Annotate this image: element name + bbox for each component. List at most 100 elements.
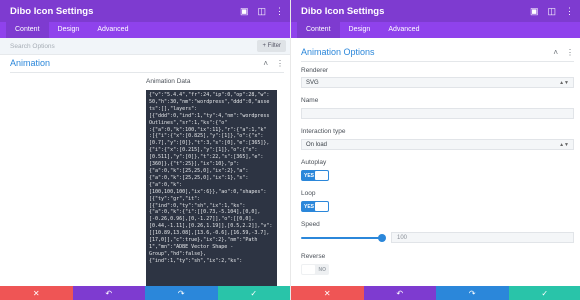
code-line: {"a":0,"k":[25,25,0],"ix":2},"a": [149, 167, 249, 174]
expand-icon[interactable]: ▣ [530, 6, 539, 17]
close-icon: ✕ [32, 288, 40, 298]
loop-toggle[interactable]: YES [301, 201, 329, 212]
tab-content[interactable]: Content [297, 22, 340, 38]
toggle-state: YES [304, 172, 315, 179]
reverse-label: Reverse [301, 253, 326, 260]
autoplay-label: Autoplay [301, 159, 327, 166]
code-line: Group","hd":false}, [149, 250, 207, 257]
tab-content[interactable]: Content [6, 22, 49, 38]
section-title: Animation [10, 58, 51, 68]
code-line: Outlines","sr":1,"ks":{"o" [149, 119, 228, 126]
check-icon: ✓ [541, 288, 549, 298]
modal-footer: ✕ ↶ ↷ ✓ [0, 286, 290, 300]
undo-icon: ↶ [396, 288, 404, 298]
modal-footer: ✕ ↶ ↷ ✓ [291, 286, 580, 300]
renderer-value: SVG [306, 79, 319, 86]
cancel-button[interactable]: ✕ [291, 286, 364, 300]
undo-button[interactable]: ↶ [363, 286, 436, 300]
divider [301, 61, 574, 62]
expand-icon[interactable]: ▣ [240, 6, 249, 17]
more-icon[interactable]: ⋮ [565, 6, 574, 17]
filter-button[interactable]: + Filter [257, 40, 286, 52]
code-line: [[10.89,13.08],[13.6,-0.6],[16.59,-3.7], [149, 230, 270, 237]
code-line: [0.44,-1.11],[0.26,1.19]],[0.5,2.2]],"v"… [149, 223, 273, 230]
tab-bar: Content Design Advanced [0, 22, 290, 38]
cancel-button[interactable]: ✕ [0, 286, 73, 300]
save-button[interactable]: ✓ [217, 286, 290, 300]
tab-design[interactable]: Design [49, 22, 89, 38]
redo-button[interactable]: ↷ [145, 286, 218, 300]
panel-title: Dibo Icon Settings [10, 5, 94, 17]
redo-icon: ↷ [177, 288, 185, 298]
code-line: 50,"h":30,"nm":"wordpress","ddd":0,"asse [149, 98, 270, 105]
code-line: ts":[],"layers": [149, 105, 198, 112]
code-line: [{"ddd":0,"ind":1,"ty":4,"nm":"wordpress [149, 112, 270, 119]
code-line: [17,0]],"c":true},"ix":2},"nm":"Path [149, 237, 258, 244]
left-settings-panel: Dibo Icon Settings ▣ ◫ ⋮ Content Design … [0, 0, 290, 300]
tab-design[interactable]: Design [340, 22, 380, 38]
panel-header: Dibo Icon Settings ▣ ◫ ⋮ [0, 0, 290, 22]
section-header[interactable]: Animation ˄ ⋮ [0, 58, 290, 68]
reverse-toggle[interactable]: NO [301, 264, 329, 275]
tab-advanced[interactable]: Advanced [88, 22, 137, 38]
interaction-type-label: Interaction type [301, 128, 346, 135]
toggle-state: NO [318, 266, 327, 273]
toggle-knob [315, 202, 328, 211]
animation-data-textarea[interactable]: {"v":"5.4.4","fr":24,"ip":0,"op":28,"w":… [146, 90, 277, 286]
toggle-knob [302, 265, 315, 274]
more-icon[interactable]: ⋮ [275, 6, 284, 17]
tab-advanced[interactable]: Advanced [379, 22, 428, 38]
speed-value-input[interactable]: 100 [391, 232, 574, 243]
right-settings-panel: Dibo Icon Settings ▣ ◫ ⋮ Content Design … [290, 0, 580, 300]
section-more-icon[interactable]: ⋮ [276, 59, 284, 68]
code-line: {"a":0,"k":[25,25,0],"ix":1},"s": [149, 174, 249, 181]
code-line: {"i":{"x":[0.215],"y":[1]},"o":{"x": [149, 147, 258, 154]
section-header[interactable]: Animation Options ˄ ⋮ [291, 47, 580, 57]
columns-icon[interactable]: ◫ [257, 6, 266, 17]
tab-bar: Content Design Advanced [291, 22, 580, 38]
loop-label: Loop [301, 190, 316, 197]
code-line: {"a":0,"k":{"i":[[0.73,-5.104],[0,0], [149, 209, 261, 216]
search-bar: Search Options + Filter [0, 38, 290, 55]
code-line: [100,100,100],"ix":6}},"ao":0,"shapes": [149, 188, 267, 195]
slider-thumb[interactable] [378, 233, 386, 242]
code-line: {"v":"5.4.4","fr":24,"ip":0,"op":28,"w": [149, 92, 270, 98]
columns-icon[interactable]: ◫ [547, 6, 556, 17]
section-more-icon[interactable]: ⋮ [566, 48, 574, 57]
speed-slider-row: 100 [291, 232, 580, 243]
code-line: [-0.26,0.96],[0,-1.27]],"o":[[0,0], [149, 216, 255, 223]
redo-button[interactable]: ↷ [436, 286, 509, 300]
autoplay-toggle[interactable]: YES [301, 170, 329, 181]
code-line: :[{"i":{"x":[0.825],"y":[1]},"o":{"x": [149, 133, 264, 140]
speed-slider[interactable] [301, 233, 386, 242]
interaction-type-value: On load [306, 141, 328, 148]
close-icon: ✕ [323, 288, 331, 298]
section-title: Animation Options [301, 47, 375, 57]
divider [10, 72, 284, 73]
chevron-up-icon[interactable]: ˄ [553, 48, 558, 57]
name-input[interactable] [301, 108, 574, 119]
panel-title: Dibo Icon Settings [301, 5, 385, 17]
select-arrows-icon: ▲▼ [559, 141, 569, 148]
interaction-type-select[interactable]: On load ▲▼ [301, 139, 574, 150]
search-input[interactable]: Search Options [10, 43, 257, 50]
panel-header: Dibo Icon Settings ▣ ◫ ⋮ [291, 0, 580, 22]
name-label: Name [301, 97, 319, 104]
undo-button[interactable]: ↶ [72, 286, 145, 300]
code-line: {"a":0,"k": [149, 181, 183, 188]
code-line: [{"ind":0,"ty":"sh","ix":1,"ks": [149, 202, 246, 209]
toggle-knob [315, 171, 328, 180]
code-line: [0.511],"y":[0]},"t":22,"s":[365],"e": [149, 154, 264, 161]
code-line: [360]},{"t":25}],"ix":10},"p": [149, 161, 240, 168]
code-line: [{"ty":"gr","it": [149, 195, 201, 202]
toggle-state: YES [304, 203, 315, 210]
chevron-up-icon[interactable]: ˄ [263, 59, 268, 68]
code-line: [0.7],"y":[0]},"t":3,"s":[0],"e":[365]}, [149, 140, 270, 147]
code-line: :{"a":0,"k":100,"ix":11},"r":{"a":1,"k" [149, 126, 267, 133]
select-arrows-icon: ▲▼ [559, 79, 569, 86]
save-button[interactable]: ✓ [508, 286, 580, 300]
redo-icon: ↷ [468, 288, 476, 298]
renderer-select[interactable]: SVG ▲▼ [301, 77, 574, 88]
code-line: {"ind":1,"ty":"sh","ix":2,"ks": [149, 257, 243, 264]
code-line: 1","mn":"ADBE Vector Shape - [149, 243, 234, 250]
